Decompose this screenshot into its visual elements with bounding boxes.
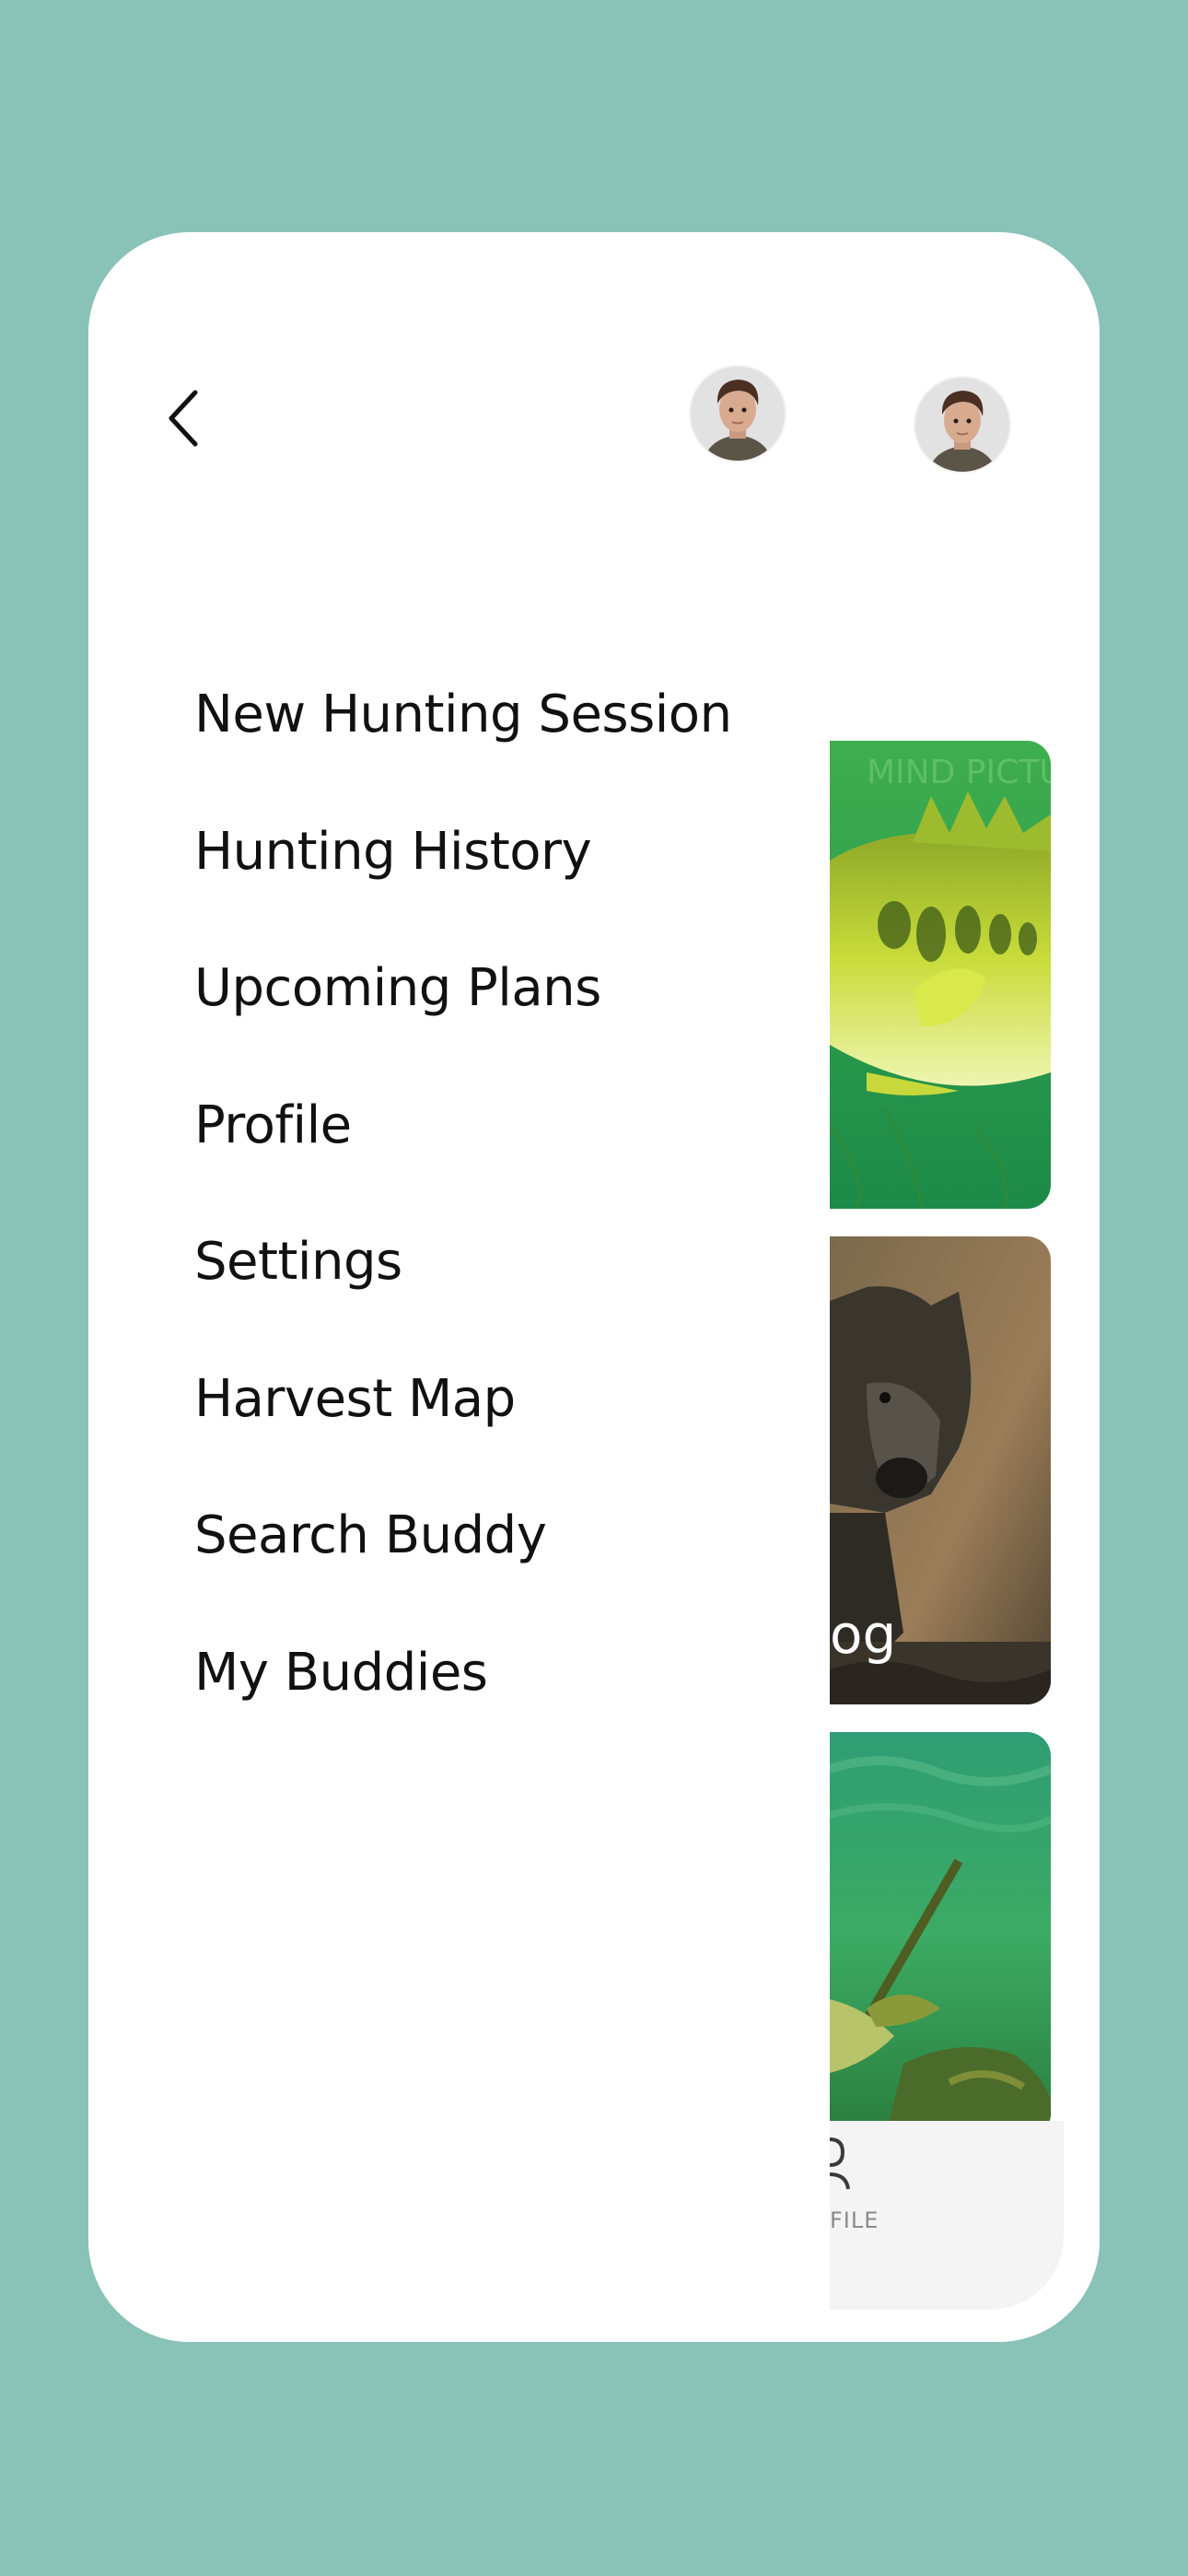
card-pike[interactable] bbox=[830, 1732, 1051, 2137]
menu-item-profile[interactable]: Profile bbox=[194, 1058, 857, 1195]
avatar[interactable] bbox=[691, 367, 785, 461]
card-bass[interactable]: MIND PICTUR bbox=[830, 741, 1051, 1209]
back-button[interactable] bbox=[155, 380, 210, 453]
background-screen: MIND PICTUR bbox=[830, 232, 1100, 2342]
chevron-left-icon bbox=[169, 390, 198, 447]
bass-image: MIND PICTUR bbox=[830, 741, 1051, 1209]
menu-item-settings[interactable]: Settings bbox=[194, 1194, 857, 1331]
menu-item-hunting-history[interactable]: Hunting History bbox=[194, 784, 857, 921]
side-menu: New Hunting Session Hunting History Upco… bbox=[194, 647, 857, 1741]
watermark-text: MIND PICTUR bbox=[867, 754, 1051, 791]
tab-profile-label: FILE bbox=[830, 2207, 879, 2233]
tab-bar: FILE bbox=[830, 2121, 1064, 2310]
menu-item-search-buddy[interactable]: Search Buddy bbox=[194, 1468, 857, 1605]
menu-item-my-buddies[interactable]: My Buddies bbox=[194, 1605, 857, 1742]
menu-item-new-hunting-session[interactable]: New Hunting Session bbox=[194, 647, 857, 784]
menu-item-harvest-map[interactable]: Harvest Map bbox=[194, 1331, 857, 1469]
menu-item-upcoming-plans[interactable]: Upcoming Plans bbox=[194, 920, 857, 1058]
phone-screen: MIND PICTUR bbox=[88, 232, 1100, 2342]
profile-icon[interactable] bbox=[830, 2136, 867, 2191]
avatar[interactable] bbox=[915, 378, 1009, 472]
avatar-image bbox=[691, 367, 785, 461]
avatar-image bbox=[915, 378, 1009, 472]
card-boar[interactable]: og bbox=[830, 1236, 1051, 1704]
pike-image bbox=[830, 1732, 1051, 2137]
